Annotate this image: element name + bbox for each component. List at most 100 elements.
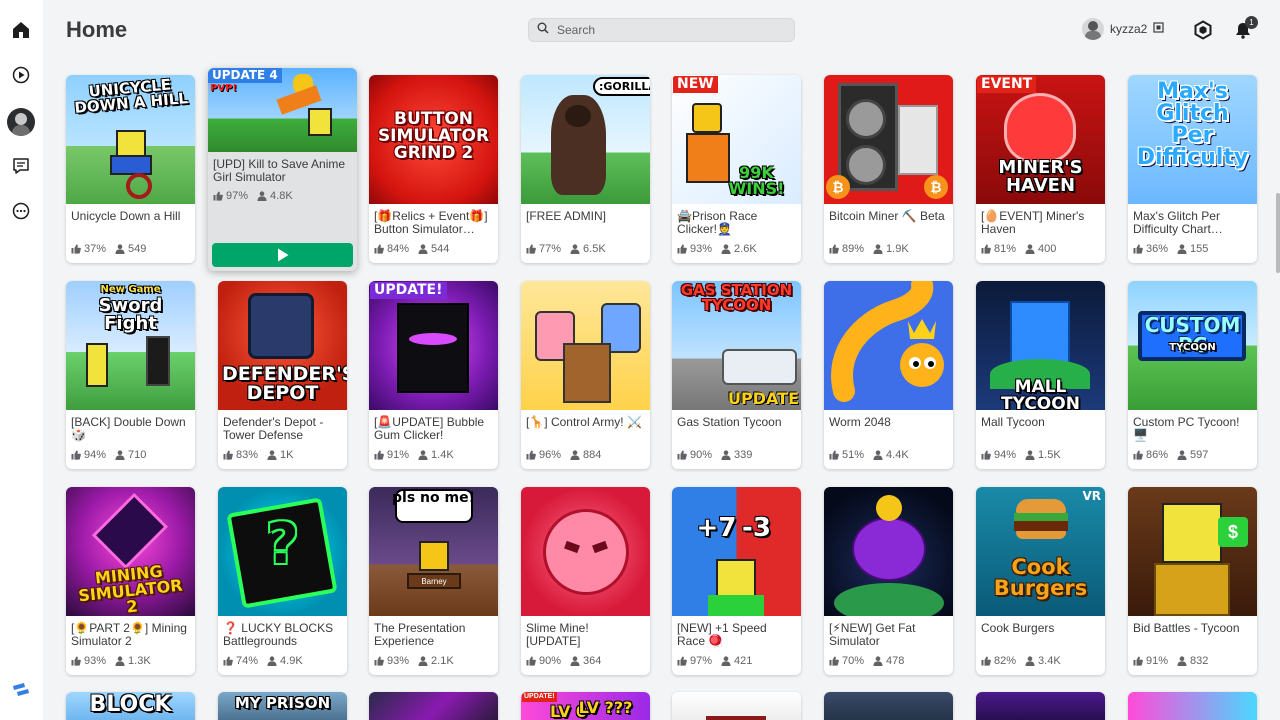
game-thumbnail[interactable] [976,692,1105,720]
game-thumbnail[interactable] [824,281,953,410]
game-card-level-up[interactable]: UPDATE! LV 0 LV ??? [521,692,650,720]
game-card-neon[interactable] [1128,692,1257,720]
game-stats: 86% 597 [1128,444,1257,469]
game-thumbnail[interactable]: MY PRISON [218,692,347,720]
game-thumbnail[interactable]: MALL TYCOON [976,281,1105,410]
game-card-maxs-glitch[interactable]: Max's Glitch Per Difficulty Max's Glitch… [1128,75,1257,263]
players-icon [418,244,428,254]
scrollbar-thumb[interactable] [1276,193,1280,273]
rating: 96% [539,449,562,461]
game-card-purple[interactable] [976,692,1105,720]
game-thumbnail[interactable]: DEFENDER'S DEPOT [218,281,347,410]
game-thumbnail[interactable]: +7 -3 [672,487,801,616]
game-thumbnail[interactable]: VR Cook Burgers [976,487,1105,616]
roblox-logo-icon[interactable] [13,683,29,696]
game-card-double-down[interactable]: New Game Sword Fight [BACK] Double Down … [66,281,195,469]
search-input[interactable] [557,23,777,37]
game-card-my-prison[interactable]: MY PRISON [218,692,347,720]
game-stats: 94% 1.5K [976,444,1105,469]
game-thumbnail[interactable] [824,692,953,720]
pvp-tag: PVP! [210,83,237,94]
game-thumbnail[interactable]: BUTTON SIMULATOR GRIND 2 [369,75,498,204]
game-thumbnail[interactable]: ₿ ₿ [824,75,953,204]
game-card-mining-simulator-2[interactable]: MINING SIMULATOR 2 [🌻PART 2🌻] Mining Sim… [66,487,195,675]
game-card-bid-battles[interactable]: $ Bid Battles - Tycoon 91% 832 [1128,487,1257,675]
player-count: 1.3K [128,655,151,667]
players-icon [721,450,731,460]
game-thumbnail[interactable]: NEW 99K WINS! [672,75,801,204]
play-circle-icon[interactable] [11,65,31,85]
game-card-block[interactable]: BLOCK [66,692,195,720]
game-thumbnail[interactable] [521,281,650,410]
bitcoin-icon: ₿ [924,175,948,199]
game-card-bubble-gum-clicker[interactable]: UPDATE! [🚨UPDATE] Bubble Gum Clicker! 91… [369,281,498,469]
game-thumbnail[interactable]: Max's Glitch Per Difficulty [1128,75,1257,204]
game-card-control-army[interactable]: [🦒] Control Army! ⚔️ 96% 884 [521,281,650,469]
game-card-white[interactable] [672,692,801,720]
play-button[interactable] [212,243,353,267]
game-card-prison-race-clicker[interactable]: NEW 99K WINS! 🚔Prison Race Clicker!👮 93%… [672,75,801,263]
game-card-custom-pc-tycoon[interactable]: CUSTOM PC TYCOON Custom PC Tycoon! 🖥️ 86… [1128,281,1257,469]
game-card-gas-station-tycoon[interactable]: GAS STATION TYCOON UPDATE Gas Station Ty… [672,281,801,469]
game-stats: 51% 4.4K [824,444,953,469]
game-thumbnail[interactable]: :GORILLA [521,75,650,204]
game-thumbnail[interactable] [521,487,650,616]
players-icon [115,244,125,254]
home-icon[interactable] [11,20,31,40]
game-thumbnail[interactable] [369,692,498,720]
game-thumbnail[interactable]: MINING SIMULATOR 2 [66,487,195,616]
game-card-bitcoin-miner[interactable]: ₿ ₿ Bitcoin Miner ⛏️ Beta 89% 1.9K [824,75,953,263]
user-avatar[interactable] [1082,18,1104,40]
search-bar[interactable] [528,18,795,42]
thumbs-up-icon [981,656,991,666]
game-card-dark[interactable] [369,692,498,720]
thumbs-up-icon [1133,450,1143,460]
username[interactable]: kyzza2 [1110,22,1147,36]
game-stats: 91% 832 [1128,650,1257,675]
game-stats: 97% 4.8K [208,185,357,210]
game-card-lucky-blocks[interactable]: ? ❓ LUCKY BLOCKS Battlegrounds 74% 4.9K [218,487,347,675]
game-card-slime-mine[interactable]: Slime Mine! [UPDATE] 90% 364 [521,487,650,675]
game-card-free-admin[interactable]: :GORILLA [FREE ADMIN] 77% 6.5K [521,75,650,263]
game-thumbnail[interactable]: EVENT MINER'S HAVEN [976,75,1105,204]
game-card-cook-burgers[interactable]: VR Cook Burgers Cook Burgers 82% 3.4K [976,487,1105,675]
game-thumbnail[interactable] [672,692,801,720]
game-thumbnail[interactable] [824,487,953,616]
thumbnail-text: Sword Fight [98,295,163,334]
more-icon[interactable] [11,201,31,221]
players-icon [267,450,277,460]
game-card-kill-to-save-anime-girl[interactable]: UPDATE 4 PVP! [UPD] Kill to Save Anime G… [208,68,357,271]
game-thumbnail[interactable]: UNICYCLE DOWN A HILL [66,75,195,204]
game-card-mall-tycoon[interactable]: MALL TYCOON Mall Tycoon 94% 1.5K [976,281,1105,469]
game-thumbnail[interactable]: $ [1128,487,1257,616]
chat-icon[interactable] [11,156,31,176]
game-card-button-simulator[interactable]: BUTTON SIMULATOR GRIND 2 [🎁Relics + Even… [369,75,498,263]
game-thumbnail[interactable]: BLOCK [66,692,195,720]
game-thumbnail[interactable]: GAS STATION TYCOON UPDATE [672,281,801,410]
game-thumbnail[interactable] [1128,692,1257,720]
game-stats: 77% 6.5K [521,238,650,263]
game-card-defenders-depot[interactable]: DEFENDER'S DEPOT Defender's Depot - Towe… [218,281,347,469]
game-thumbnail[interactable]: New Game Sword Fight [66,281,195,410]
game-stats: 81% 400 [976,238,1105,263]
robux-icon[interactable] [1193,20,1213,40]
game-thumbnail[interactable]: UPDATE! LV 0 LV ??? [521,692,650,720]
game-thumbnail[interactable]: UPDATE! [369,281,498,410]
game-card-speed-race[interactable]: +7 -3 [NEW] +1 Speed Race 🪀 97% 421 [672,487,801,675]
game-card-presentation-experience[interactable]: pls no me! Barney The Presentation Exper… [369,487,498,675]
rating: 51% [842,449,865,461]
update-tag: UPDATE! [370,282,447,299]
game-card-unicycle-down-a-hill[interactable]: UNICYCLE DOWN A HILL Unicycle Down a Hil… [66,75,195,263]
game-card-miners-haven[interactable]: EVENT MINER'S HAVEN [🥚EVENT] Miner's Hav… [976,75,1105,263]
game-thumbnail[interactable]: CUSTOM PC TYCOON [1128,281,1257,410]
rating: 83% [236,449,259,461]
avatar[interactable] [7,108,35,136]
game-card-get-fat-simulator[interactable]: [⚡NEW] Get Fat Simulator 70% 478 [824,487,953,675]
user-profile[interactable]: kyzza2 [1082,18,1164,40]
game-thumbnail[interactable]: ? [218,487,347,616]
game-thumbnail[interactable]: pls no me! Barney [369,487,498,616]
game-card-bus[interactable] [824,692,953,720]
game-card-worm-2048[interactable]: Worm 2048 51% 4.4K [824,281,953,469]
game-thumbnail[interactable]: UPDATE 4 PVP! [208,68,357,152]
update-label: UPDATE [728,389,799,408]
